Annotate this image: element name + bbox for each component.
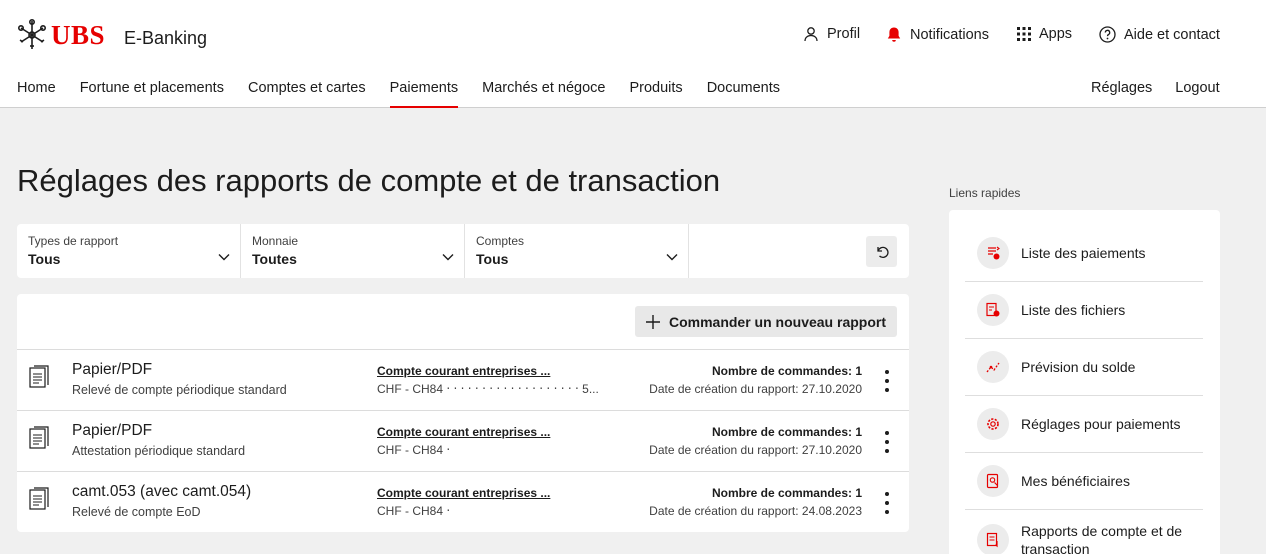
filter-label: Comptes [476, 234, 525, 248]
filter-value: Tous [476, 251, 509, 267]
quick-link-payments-list[interactable]: Liste des paiements [965, 225, 1203, 282]
ubs-keys-logo-icon [17, 18, 46, 49]
quick-link-label: Réglages pour paiements [1021, 416, 1181, 432]
logo-text: UBS [51, 19, 106, 50]
bell-icon [887, 27, 901, 42]
ubs-logo[interactable]: UBS [17, 18, 105, 52]
report-row[interactable]: Papier/PDF Attestation périodique standa… [17, 410, 909, 471]
quick-link-label: Liste des fichiers [1021, 302, 1126, 318]
quick-link-beneficiaries[interactable]: Mes bénéficiaires [965, 453, 1203, 510]
quick-link-balance-forecast[interactable]: Prévision du solde [965, 339, 1203, 396]
document-icon [29, 365, 49, 388]
header: UBS E-Banking Profil Notifications Apps … [0, 0, 1266, 108]
files-list-icon [977, 294, 1009, 326]
report-row[interactable]: camt.053 (avec camt.054) Relevé de compt… [17, 471, 909, 532]
person-icon [804, 27, 818, 42]
notifications-link[interactable]: Notifications [886, 26, 989, 43]
quick-link-payment-settings[interactable]: Réglages pour paiements [965, 396, 1203, 453]
more-options-icon[interactable] [883, 492, 891, 514]
balance-forecast-icon [977, 351, 1009, 383]
apps-grid-icon [1017, 27, 1031, 41]
quick-link-label: Prévision du solde [1021, 359, 1136, 375]
secondary-nav: Réglages Logout [1091, 80, 1243, 108]
report-created-date: Date de création du rapport: 24.08.2023 [649, 504, 862, 518]
plus-icon [645, 314, 660, 329]
notifications-label: Notifications [910, 26, 989, 43]
report-subtitle: Relevé de compte périodique standard [72, 383, 287, 397]
order-new-report-button[interactable]: Commander un nouveau rapport [634, 306, 897, 337]
undo-icon [876, 246, 889, 258]
report-row[interactable]: Papier/PDF Relevé de compte périodique s… [17, 349, 909, 410]
filter-bar: Types de rapport Tous Monnaie Toutes Com… [17, 224, 909, 278]
report-title: camt.053 (avec camt.054) [72, 483, 252, 500]
page-title: Réglages des rapports de compte et de tr… [17, 163, 721, 198]
account-link[interactable]: Compte courant entreprises ... [377, 486, 550, 500]
quick-links-heading: Liens rapides [949, 186, 1021, 200]
orders-count: Nombre de commandes: 1 [711, 364, 862, 378]
filter-value: Toutes [252, 251, 297, 267]
chevron-down-icon [442, 254, 454, 261]
nav-item-reglages[interactable]: Réglages [1091, 80, 1152, 108]
help-contact-label: Aide et contact [1124, 26, 1220, 43]
account-link[interactable]: Compte courant entreprises ... [377, 364, 550, 378]
profile-link[interactable]: Profil [803, 26, 860, 42]
nav-item-paiements[interactable]: Paiements [389, 80, 458, 108]
more-options-icon[interactable] [883, 370, 891, 392]
apps-label: Apps [1039, 26, 1073, 42]
account-number: CHF - CH84 ‧ [377, 504, 451, 518]
accounts-filter[interactable]: Comptes Tous [465, 224, 689, 278]
apps-link[interactable]: Apps [1017, 26, 1072, 42]
question-circle-icon [1099, 26, 1116, 43]
reports-list: Commander un nouveau rapport Papier/PDF … [17, 294, 909, 532]
quick-link-files-list[interactable]: Liste des fichiers [965, 282, 1203, 339]
reset-filters-button[interactable] [866, 236, 897, 267]
report-type-filter[interactable]: Types de rapport Tous [17, 224, 241, 278]
main-nav: Home Fortune et placements Comptes et ca… [17, 80, 804, 108]
filter-label: Monnaie [252, 234, 299, 248]
help-contact-link[interactable]: Aide et contact [1099, 26, 1220, 43]
nav-item-produits[interactable]: Produits [629, 80, 682, 108]
account-number: CHF - CH84 ‧ [377, 443, 451, 457]
more-options-icon[interactable] [883, 431, 891, 453]
order-new-report-label: Commander un nouveau rapport [668, 313, 886, 330]
quick-link-label: Liste des paiements [1021, 245, 1146, 261]
report-title: Papier/PDF [72, 361, 153, 378]
settings-gear-icon [977, 408, 1009, 440]
report-subtitle: Attestation périodique standard [72, 444, 246, 458]
quick-link-account-reports[interactable]: Rapports de compte et de transaction [965, 510, 1203, 554]
nav-item-home[interactable]: Home [17, 80, 56, 108]
payments-list-icon [977, 237, 1009, 269]
filter-value: Tous [28, 251, 61, 267]
filter-label: Types de rapport [28, 234, 119, 248]
reports-icon [977, 524, 1009, 554]
nav-item-fortune[interactable]: Fortune et placements [80, 80, 224, 108]
nav-item-marches-negoce[interactable]: Marchés et négoce [482, 80, 605, 108]
chevron-down-icon [666, 254, 678, 261]
currency-filter[interactable]: Monnaie Toutes [241, 224, 465, 278]
nav-item-comptes-cartes[interactable]: Comptes et cartes [248, 80, 366, 108]
document-icon [29, 426, 49, 449]
beneficiaries-icon [977, 465, 1009, 497]
profile-label: Profil [827, 26, 861, 42]
orders-count: Nombre de commandes: 1 [711, 425, 862, 439]
document-icon [29, 487, 49, 510]
nav-item-documents[interactable]: Documents [707, 80, 780, 108]
quick-links-panel: Liste des paiements Liste des fichiers P… [949, 210, 1220, 554]
account-link[interactable]: Compte courant entreprises ... [377, 425, 550, 439]
quick-link-label: Mes bénéficiaires [1021, 473, 1130, 489]
report-subtitle: Relevé de compte EoD [72, 505, 201, 519]
quick-link-label: Rapports de compte et de transaction [1021, 523, 1183, 554]
chevron-down-icon [218, 254, 230, 261]
account-number: CHF - CH84 ‧ ‧ ‧ ‧ ‧ ‧ ‧ ‧ ‧ ‧ ‧ ‧ ‧ ‧ ‧… [377, 382, 599, 396]
report-created-date: Date de création du rapport: 27.10.2020 [649, 443, 862, 457]
report-created-date: Date de création du rapport: 27.10.2020 [649, 382, 862, 396]
report-title: Papier/PDF [72, 422, 153, 439]
nav-item-logout[interactable]: Logout [1175, 80, 1219, 108]
app-title: E-Banking [124, 28, 208, 48]
orders-count: Nombre de commandes: 1 [711, 486, 862, 500]
